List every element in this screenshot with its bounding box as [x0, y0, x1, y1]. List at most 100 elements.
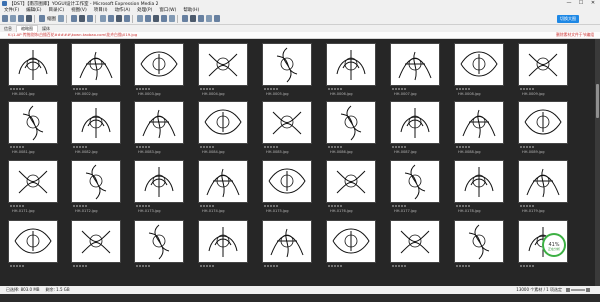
rating-dot-icon[interactable] [82, 88, 84, 90]
thumbnail-item[interactable] [254, 220, 318, 269]
rating-dot-icon[interactable] [526, 205, 528, 207]
rating-dot-icon[interactable] [520, 265, 522, 267]
rating-dot-icon[interactable] [136, 205, 138, 207]
thumbnail-item[interactable]: HH-0007.jpg [382, 43, 446, 96]
rating-dot-icon[interactable] [200, 265, 202, 267]
rating-dot-icon[interactable] [334, 205, 336, 207]
rating-dot-icon[interactable] [13, 205, 15, 207]
thumbnail-image[interactable] [262, 43, 312, 86]
rating-dot-icon[interactable] [76, 88, 78, 90]
scrollbar-thumb[interactable] [596, 84, 599, 118]
rating-dot-icon[interactable] [270, 88, 272, 90]
thumbnail-rating-icons[interactable] [392, 265, 446, 269]
rating-dot-icon[interactable] [19, 88, 21, 90]
stamp-icon[interactable] [137, 15, 143, 22]
rating-dot-icon[interactable] [529, 205, 531, 207]
rating-dot-icon[interactable] [276, 146, 278, 148]
rename-icon[interactable] [116, 15, 122, 22]
rating-dot-icon[interactable] [203, 88, 205, 90]
rating-dot-icon[interactable] [331, 88, 333, 90]
rating-dot-icon[interactable] [85, 205, 87, 207]
thumbnail-rating-icons[interactable] [200, 265, 254, 269]
rating-dot-icon[interactable] [520, 205, 522, 207]
rating-dot-icon[interactable] [462, 205, 464, 207]
thumbnail-image[interactable] [198, 220, 248, 263]
rating-dot-icon[interactable] [145, 265, 147, 267]
rating-dot-icon[interactable] [212, 265, 214, 267]
thumbnail-item[interactable]: HH-0178.jpg [446, 160, 510, 213]
rating-dot-icon[interactable] [139, 205, 141, 207]
thumbnail-image[interactable] [8, 220, 58, 263]
thumbnail-image[interactable] [262, 220, 312, 263]
rating-dot-icon[interactable] [203, 146, 205, 148]
thumbnail-item[interactable]: HH-0085.jpg [254, 101, 318, 154]
rating-dot-icon[interactable] [401, 265, 403, 267]
minimize-button[interactable]: — [563, 0, 575, 7]
rating-dot-icon[interactable] [468, 146, 470, 148]
rating-dot-icon[interactable] [142, 205, 144, 207]
zoom-out-icon[interactable] [566, 288, 570, 292]
thumbnail-item[interactable]: HH-0009.jpg [510, 43, 574, 96]
thumbnail-image[interactable] [8, 43, 58, 86]
rating-dot-icon[interactable] [276, 88, 278, 90]
rating-dot-icon[interactable] [526, 88, 528, 90]
rating-dot-icon[interactable] [465, 205, 467, 207]
tab-thumbnails[interactable]: 缩略图 [16, 25, 38, 32]
thumbnail-image[interactable] [262, 160, 312, 203]
info-icon[interactable] [214, 15, 220, 22]
rating-dot-icon[interactable] [340, 205, 342, 207]
rating-dot-icon[interactable] [264, 88, 266, 90]
rating-dot-icon[interactable] [398, 265, 400, 267]
rating-dot-icon[interactable] [139, 88, 141, 90]
rating-dot-icon[interactable] [139, 146, 141, 148]
rating-dot-icon[interactable] [276, 265, 278, 267]
thumbnail-rating-icons[interactable] [10, 265, 64, 269]
rating-dot-icon[interactable] [82, 205, 84, 207]
thumbnail-item[interactable]: HH-0008.jpg [446, 43, 510, 96]
rating-dot-icon[interactable] [526, 146, 528, 148]
rating-dot-icon[interactable] [276, 205, 278, 207]
rating-dot-icon[interactable] [334, 265, 336, 267]
rating-dot-icon[interactable] [203, 205, 205, 207]
thumbnail-item[interactable]: HH-0173.jpg [126, 160, 190, 213]
thumbnail-image[interactable] [454, 160, 504, 203]
rating-dot-icon[interactable] [520, 88, 522, 90]
rating-dot-icon[interactable] [395, 88, 397, 90]
rating-dot-icon[interactable] [273, 205, 275, 207]
maximize-button[interactable]: ☐ [575, 0, 587, 7]
rating-dot-icon[interactable] [212, 146, 214, 148]
thumbnail-image[interactable] [134, 220, 184, 263]
rating-dot-icon[interactable] [398, 205, 400, 207]
rating-dot-icon[interactable] [136, 146, 138, 148]
thumbnail-image[interactable] [390, 101, 440, 144]
thumbnail-image[interactable] [390, 220, 440, 263]
rating-dot-icon[interactable] [73, 88, 75, 90]
thumbnail-rating-icons[interactable] [456, 265, 510, 269]
web-gallery-icon[interactable] [198, 15, 204, 22]
rating-dot-icon[interactable] [136, 88, 138, 90]
import-icon[interactable] [71, 15, 77, 22]
rating-dot-icon[interactable] [264, 146, 266, 148]
zoom-in-icon[interactable] [586, 288, 590, 292]
rating-dot-icon[interactable] [392, 146, 394, 148]
search-icon[interactable] [206, 15, 212, 22]
thumbnail-item[interactable]: HH-0172.jpg [63, 160, 127, 213]
thumbnail-rating-icons[interactable] [73, 265, 127, 269]
thumbnail-image[interactable] [454, 220, 504, 263]
rating-dot-icon[interactable] [13, 146, 15, 148]
rating-dot-icon[interactable] [465, 265, 467, 267]
rating-dot-icon[interactable] [273, 88, 275, 90]
thumbnail-image[interactable] [454, 101, 504, 144]
rating-dot-icon[interactable] [526, 265, 528, 267]
rating-dot-icon[interactable] [398, 88, 400, 90]
toggle-large-view-button[interactable]: 切换大图 [557, 15, 579, 23]
rating-dot-icon[interactable] [209, 146, 211, 148]
rating-dot-icon[interactable] [200, 88, 202, 90]
rating-dot-icon[interactable] [267, 146, 269, 148]
rating-dot-icon[interactable] [85, 146, 87, 148]
rating-dot-icon[interactable] [19, 146, 21, 148]
thumbnail-item[interactable] [126, 220, 190, 269]
rating-dot-icon[interactable] [206, 265, 208, 267]
rating-dot-icon[interactable] [523, 265, 525, 267]
rating-dot-icon[interactable] [82, 146, 84, 148]
